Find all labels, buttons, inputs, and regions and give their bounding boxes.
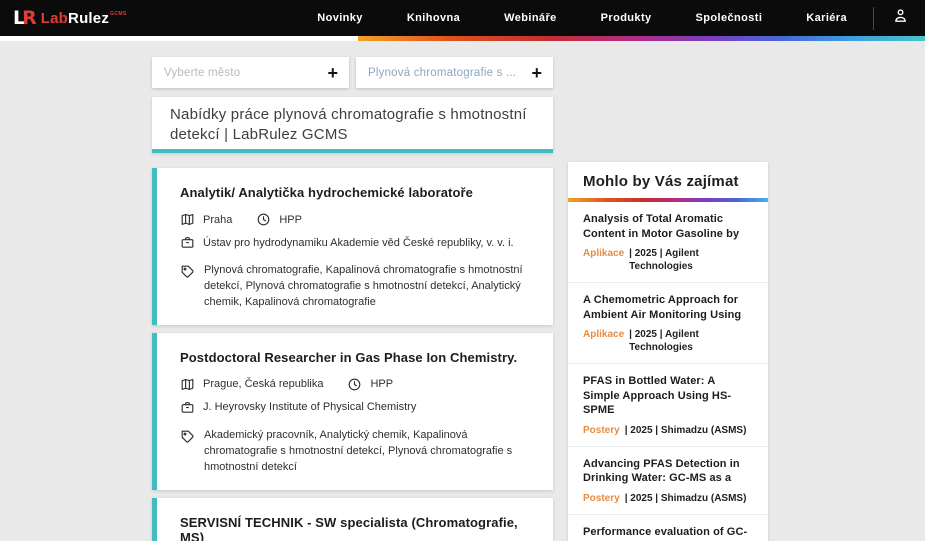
job-contract: HPP: [256, 212, 302, 227]
related-item-category: Aplikace: [583, 248, 625, 260]
related-item-category: Aplikace: [583, 329, 625, 341]
nav-item-spolecnosti[interactable]: Společnosti: [696, 12, 763, 24]
related-item-source: | 2025 | Agilent Technologies: [629, 248, 699, 273]
plus-icon[interactable]: +: [327, 64, 338, 82]
job-meta-row: Praha HPP: [180, 212, 537, 227]
labrulez-logo[interactable]: LR Lab Rulez GCMS: [13, 7, 127, 29]
map-icon: [180, 212, 195, 227]
map-icon: [180, 377, 195, 392]
logo-gcms-badge: GCMS: [110, 10, 127, 17]
job-title[interactable]: SERVISNÍ TECHNIK - SW specialista (Chrom…: [180, 515, 537, 541]
job-company: J. Heyrovsky Institute of Physical Chemi…: [180, 400, 416, 415]
clock-icon: [347, 377, 362, 392]
related-item-category: Postery: [583, 424, 620, 436]
briefcase-icon: [180, 400, 195, 415]
clock-icon: [256, 212, 271, 227]
related-item-meta: Aplikace | 2025 | Agilent Technologies: [583, 328, 754, 354]
filter-row: Vyberte město + Plynová chromatografie s…: [152, 57, 553, 88]
nav-item-kariera[interactable]: Kariéra: [806, 12, 847, 24]
related-item-title[interactable]: A Chemometric Approach for Ambient Air M…: [583, 293, 754, 322]
city-select[interactable]: Vyberte město +: [152, 57, 349, 88]
main-column: Vyberte město + Plynová chromatografie s…: [152, 41, 553, 541]
job-list: Analytik/ Analytička hydrochemické labor…: [152, 168, 553, 541]
account-button[interactable]: [892, 7, 909, 29]
job-company: Ústav pro hydrodynamiku Akademie věd Čes…: [180, 235, 514, 250]
related-item-source: | 2025 | Shimadzu (ASMS): [624, 424, 747, 436]
category-select-value: Plynová chromatografie s ...: [368, 66, 517, 79]
person-icon: [892, 7, 909, 29]
related-item-title[interactable]: PFAS in Bottled Water: A Simple Approach…: [583, 374, 754, 418]
related-item-category: Postery: [583, 492, 620, 504]
related-item[interactable]: PFAS in Bottled Water: A Simple Approach…: [568, 364, 768, 447]
job-card[interactable]: Postdoctoral Researcher in Gas Phase Ion…: [152, 332, 553, 490]
job-tags-row: Plynová chromatografie, Kapalinová chrom…: [180, 263, 537, 311]
related-item-title[interactable]: Analysis of Total Aromatic Content in Mo…: [583, 212, 754, 241]
city-select-placeholder: Vyberte město: [164, 66, 241, 79]
related-sidebar: Mohlo by Vás zajímat Analysis of Total A…: [568, 162, 768, 541]
job-location: Prague, Česká republika: [180, 377, 323, 392]
related-item[interactable]: Analysis of Total Aromatic Content in Mo…: [568, 202, 768, 284]
page-title: Nabídky práce plynová chromatografie s h…: [170, 106, 527, 143]
briefcase-icon: [180, 235, 195, 250]
job-tags-row: Akademický pracovník, Analytický chemik,…: [180, 428, 537, 476]
related-item-meta: Aplikace | 2025 | Agilent Technologies: [583, 247, 754, 273]
related-item-title[interactable]: Advancing PFAS Detection in Drinking Wat…: [583, 457, 754, 486]
rainbow-gradient-bar: [358, 36, 925, 41]
related-item-title[interactable]: Performance evaluation of GC-MS/MS for D…: [583, 525, 754, 541]
sidebar-title: Mohlo by Vás zajímat: [583, 173, 739, 190]
job-company-row: Ústav pro hydrodynamiku Akademie věd Čes…: [180, 235, 537, 250]
logo-monogram-icon: LR: [13, 7, 37, 29]
job-card[interactable]: SERVISNÍ TECHNIK - SW specialista (Chrom…: [152, 497, 553, 541]
job-location: Praha: [180, 212, 232, 227]
category-select[interactable]: Plynová chromatografie s ... +: [356, 57, 553, 88]
plus-icon[interactable]: +: [531, 64, 542, 82]
related-item-meta: Postery | 2025 | Shimadzu (ASMS): [583, 424, 754, 437]
nav-menu: Novinky Knihovna Webináře Produkty Spole…: [273, 6, 909, 30]
job-title[interactable]: Postdoctoral Researcher in Gas Phase Ion…: [180, 350, 537, 365]
related-item-source: | 2025 | Agilent Technologies: [629, 329, 699, 354]
logo-wordmark: Lab Rulez GCMS: [41, 10, 127, 27]
nav-divider: [873, 6, 874, 30]
logo-lab-text: Lab: [40, 9, 69, 27]
nav-item-novinky[interactable]: Novinky: [317, 12, 363, 24]
job-company-row: J. Heyrovsky Institute of Physical Chemi…: [180, 400, 537, 415]
content-container: Vyberte město + Plynová chromatografie s…: [152, 41, 768, 541]
logo-rulez-text: Rulez: [68, 9, 110, 27]
nav-item-produkty[interactable]: Produkty: [601, 12, 652, 24]
tag-icon: [180, 264, 195, 279]
nav-underline-strip: [0, 36, 925, 41]
related-item-source: | 2025 | Shimadzu (ASMS): [624, 492, 747, 504]
job-tags: Plynová chromatografie, Kapalinová chrom…: [204, 264, 523, 308]
tag-icon: [180, 429, 195, 444]
related-item[interactable]: Advancing PFAS Detection in Drinking Wat…: [568, 447, 768, 515]
top-nav: LR Lab Rulez GCMS Novinky Knihovna Webinář…: [0, 0, 925, 36]
job-title[interactable]: Analytik/ Analytička hydrochemické labor…: [180, 185, 537, 200]
job-meta-row: Prague, Česká republika HPP: [180, 377, 537, 392]
nav-item-knihovna[interactable]: Knihovna: [407, 12, 460, 24]
job-tags: Akademický pracovník, Analytický chemik,…: [204, 428, 513, 473]
nav-item-webinare[interactable]: Webináře: [504, 12, 557, 24]
job-card[interactable]: Analytik/ Analytička hydrochemické labor…: [152, 168, 553, 325]
job-contract: HPP: [347, 377, 393, 392]
page-title-box: Nabídky práce plynová chromatografie s h…: [152, 97, 553, 153]
related-item[interactable]: Performance evaluation of GC-MS/MS for D…: [568, 515, 768, 541]
related-item[interactable]: A Chemometric Approach for Ambient Air M…: [568, 283, 768, 365]
related-item-meta: Postery | 2025 | Shimadzu (ASMS): [583, 492, 754, 505]
